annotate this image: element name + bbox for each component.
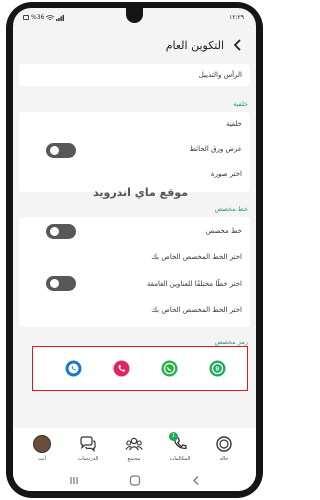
whatsapp-business-icon[interactable]: B — [209, 360, 226, 377]
back-nav-icon[interactable] — [189, 474, 203, 487]
icon-section-label: رمز مخصص — [214, 338, 248, 346]
nav-calls-label: المكالمات — [169, 456, 191, 462]
nav-status[interactable]: حالة — [209, 433, 239, 465]
background-row-label[interactable]: خلفية — [226, 120, 242, 128]
wifi-icon — [46, 14, 55, 20]
nav-chats[interactable]: الدردشات — [73, 433, 103, 465]
font-card: خط مخصص اختر الخط المخصص الخاص بك اختر خ… — [19, 217, 250, 327]
nav-calls[interactable]: 1 المكالمات — [165, 432, 195, 465]
dark-heading-font-toggle[interactable] — [46, 276, 76, 291]
community-icon — [125, 437, 143, 451]
nav-chats-label: الدردشات — [77, 456, 99, 462]
choose-custom-font-label-2[interactable]: اختر الخط المخصص الخاص بك — [151, 306, 242, 314]
signal-icon — [56, 14, 65, 21]
app-header: التكوين العام — [13, 32, 256, 58]
screen: %36 ١٢:٢٩ التكوين العام الرأس والتذييل خ… — [13, 8, 256, 491]
battery-icon — [23, 15, 29, 20]
nav-you[interactable]: أنت — [27, 433, 57, 465]
battery-percent: %36 — [31, 14, 45, 21]
whatsapp-icon[interactable] — [161, 360, 178, 377]
watermark-text: موقع ماي اندرويد — [93, 186, 189, 199]
custom-font-label: خط مخصص — [205, 227, 242, 235]
nav-community[interactable]: مجتمع — [119, 433, 149, 465]
status-left: %36 — [23, 14, 65, 21]
choose-custom-font-label[interactable]: اختر الخط المخصص الخاص بك — [151, 253, 242, 261]
header-footer-label: الرأس والتذييل — [198, 71, 242, 79]
background-card: خلفية عرض ورق الحائط اختر صورة — [19, 112, 250, 192]
calls-badge: 1 — [169, 432, 178, 441]
nav-community-label: مجتمع — [127, 456, 141, 462]
custom-icons-highlight: B — [32, 346, 248, 391]
recents-icon[interactable] — [67, 474, 81, 487]
nav-you-label: أنت — [38, 456, 46, 462]
toggle-knob — [50, 146, 59, 155]
dark-heading-font-label: اختر خطًا مختلفًا للعناوين الغامقة — [146, 280, 242, 288]
chat-icon — [80, 436, 96, 452]
page-title: التكوين العام — [165, 39, 224, 52]
avatar — [33, 435, 51, 453]
show-wallpaper-toggle[interactable] — [46, 143, 76, 158]
toggle-knob — [50, 227, 59, 236]
show-wallpaper-label: عرض ورق الحائط — [189, 145, 242, 153]
font-section-label: خط مخصص — [214, 205, 248, 213]
blue-phone-icon[interactable] — [65, 360, 82, 377]
phone-frame: %36 ١٢:٢٩ التكوين العام الرأس والتذييل خ… — [0, 0, 269, 500]
chevron-left-icon[interactable] — [230, 37, 246, 53]
choose-image-label[interactable]: اختر صورة — [211, 170, 242, 178]
toggle-knob — [50, 279, 59, 288]
status-icon — [216, 436, 232, 452]
nav-status-label: حالة — [219, 456, 229, 462]
home-icon[interactable] — [128, 474, 142, 487]
red-phone-icon[interactable] — [113, 360, 130, 377]
system-navigation-bar — [13, 470, 256, 491]
svg-text:B: B — [216, 367, 220, 373]
status-time: ١٢:٢٩ — [229, 14, 244, 21]
custom-font-toggle[interactable] — [46, 224, 76, 239]
background-section-label: خلفية — [233, 100, 248, 108]
header-footer-card[interactable]: الرأس والتذييل — [19, 64, 250, 86]
bottom-navigation: حالة 1 المكالمات مجتمع الدردشات أنت — [13, 428, 256, 470]
